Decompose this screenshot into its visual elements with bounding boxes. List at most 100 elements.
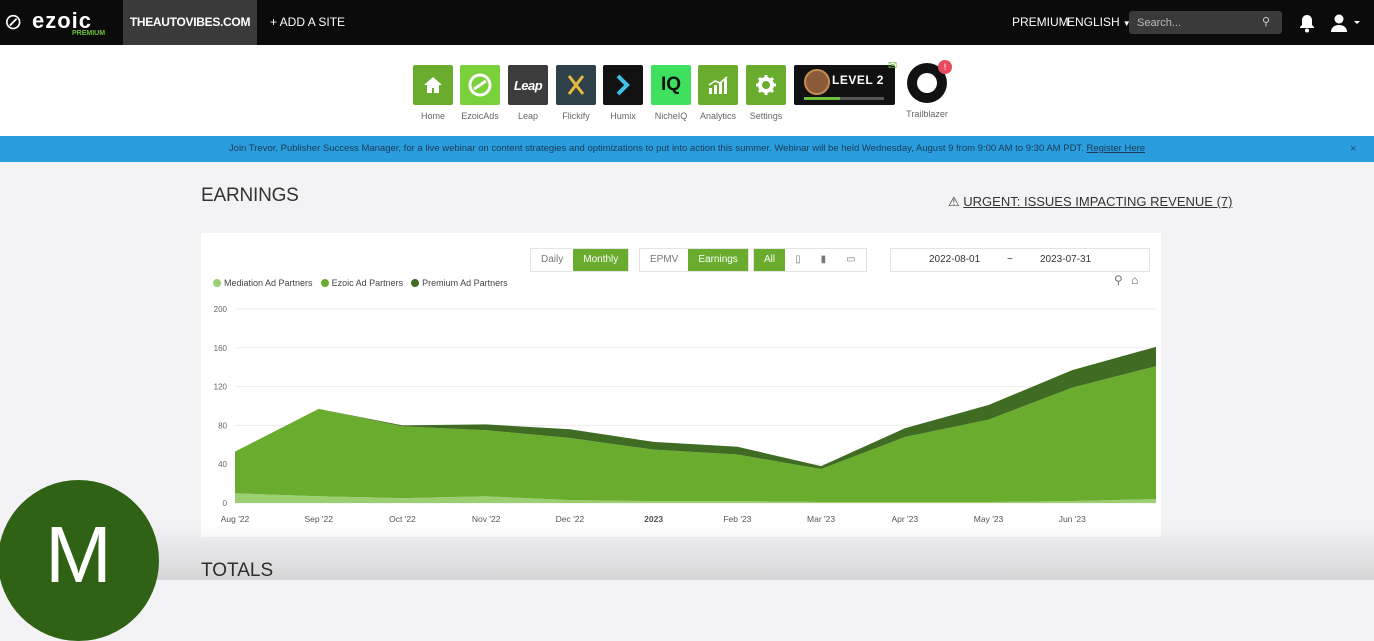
trailblazer-badge: ! bbox=[938, 60, 952, 74]
period-toggle: Daily Monthly bbox=[530, 248, 630, 272]
legend-swatch bbox=[213, 279, 221, 287]
legend-label: Mediation Ad Partners bbox=[224, 278, 313, 288]
x-tick-label: Aug '22 bbox=[221, 514, 250, 524]
premium-link[interactable]: PREMIUM bbox=[1012, 0, 1069, 45]
register-link[interactable]: Register Here bbox=[1086, 143, 1145, 154]
level-badge[interactable]: LEVEL 2 ✉ bbox=[794, 60, 897, 105]
top-nav: ⊘ ezoic PREMIUM THEAUTOVIBES.COM + ADD A… bbox=[0, 0, 1374, 45]
trailblazer[interactable]: ! Trailblazer bbox=[903, 60, 952, 119]
app-leap[interactable]: Leap Leap bbox=[508, 65, 548, 121]
zoom-icon[interactable]: ⚲ bbox=[1114, 273, 1123, 287]
app-nicheiq[interactable]: IQ NicheIQ bbox=[651, 65, 691, 121]
y-tick-label: 80 bbox=[218, 421, 227, 430]
x-tick-label: Apr '23 bbox=[891, 514, 918, 524]
level-text: LEVEL 2 bbox=[832, 73, 884, 87]
monthly-button[interactable]: Monthly bbox=[573, 249, 629, 271]
legend-item[interactable]: Mediation Ad Partners bbox=[213, 278, 313, 288]
reset-zoom-home-icon[interactable]: ⌂ bbox=[1131, 273, 1138, 287]
metric-toggle: EPMV Earnings bbox=[639, 248, 749, 272]
home-icon bbox=[413, 65, 453, 105]
level-progress-bar bbox=[804, 97, 884, 100]
earnings-button[interactable]: Earnings bbox=[688, 249, 748, 271]
ezoic-ads-icon bbox=[460, 65, 500, 105]
app-flickify[interactable]: Flickify bbox=[556, 65, 596, 121]
earnings-chart: 0 40 80 120 160 200 Aug '22 Sep '22 Oct '22 Nov '… bbox=[214, 305, 1156, 524]
chart-legend: Mediation Ad Partners Ezoic Ad Partners … bbox=[213, 278, 508, 288]
bell-icon[interactable] bbox=[1298, 13, 1316, 33]
y-tick-label: 200 bbox=[214, 305, 228, 314]
date-end: 2023-07-31 bbox=[1040, 254, 1092, 265]
date-start: 2022-08-01 bbox=[929, 254, 981, 265]
page-title: EARNINGS bbox=[201, 185, 299, 206]
banner-text: Join Trevor, Publisher Success Manager, … bbox=[228, 143, 1084, 154]
totals-title: TOTALS bbox=[201, 560, 274, 581]
app-settings[interactable]: Settings bbox=[746, 65, 786, 121]
trailblazer-icon: ! bbox=[907, 60, 952, 103]
user-menu[interactable] bbox=[1330, 13, 1360, 33]
legend-swatch bbox=[320, 279, 329, 287]
ezoic-logo-icon: ⊘ bbox=[4, 9, 23, 34]
app-analytics[interactable]: Analytics bbox=[698, 65, 738, 121]
app-humix[interactable]: Humix bbox=[603, 65, 643, 121]
leap-icon: Leap bbox=[508, 65, 548, 105]
legend-swatch bbox=[411, 279, 420, 287]
logo-sub: PREMIUM bbox=[72, 30, 106, 37]
language-dropdown[interactable]: ENGLISH ▼ bbox=[1067, 0, 1131, 45]
y-tick-label: 40 bbox=[218, 460, 227, 469]
urgent-issues-link[interactable]: ⚠ URGENT: ISSUES IMPACTING REVENUE (7) bbox=[948, 194, 1232, 210]
warning-icon: ⚠ bbox=[948, 194, 960, 209]
legend-label: Ezoic Ad Partners bbox=[331, 278, 404, 288]
x-tick-label: Oct '22 bbox=[389, 514, 416, 524]
search-box: ⚲ bbox=[1129, 11, 1282, 34]
legend-item[interactable]: Premium Ad Partners bbox=[411, 278, 508, 288]
analytics-icon bbox=[698, 65, 738, 105]
x-tick-label: 2023 bbox=[644, 514, 663, 524]
nicheiq-tile-text: IQ bbox=[660, 74, 682, 95]
flickify-icon bbox=[556, 65, 596, 105]
daily-button[interactable]: Daily bbox=[531, 249, 574, 271]
x-tick-label: Dec '22 bbox=[556, 514, 585, 524]
x-tick-label: Nov '22 bbox=[472, 514, 501, 524]
app-label: Settings bbox=[749, 111, 783, 121]
mail-icon[interactable]: ✉ bbox=[888, 59, 897, 72]
language-label: ENGLISH bbox=[1067, 15, 1120, 29]
level-avatar bbox=[804, 69, 830, 95]
presenter-avatar: M bbox=[0, 480, 159, 641]
x-tick-label: Mar '23 bbox=[807, 514, 835, 524]
desktop-icon[interactable]: ▭ bbox=[836, 249, 866, 271]
search-input[interactable] bbox=[1129, 11, 1262, 34]
add-site-link[interactable]: + ADD A SITE bbox=[270, 0, 345, 45]
y-tick-label: 120 bbox=[214, 383, 228, 392]
legend-label: Premium Ad Partners bbox=[422, 278, 508, 288]
x-tick-label: Sep '22 bbox=[304, 514, 333, 524]
date-separator: ~ bbox=[1007, 254, 1013, 265]
app-toolbar: Home EzoicAds Leap Leap Flickify Humix I… bbox=[0, 45, 1374, 136]
x-tick-label: Feb '23 bbox=[723, 514, 751, 524]
nicheiq-icon: IQ bbox=[651, 65, 691, 105]
y-tick-label: 0 bbox=[223, 499, 228, 508]
date-range-picker[interactable]: 2022-08-01 ~ 2023-07-31 bbox=[890, 248, 1150, 272]
app-home[interactable]: Home bbox=[413, 65, 453, 121]
ezoic-logo[interactable]: ⊘ ezoic PREMIUM bbox=[4, 6, 114, 40]
urgent-text: URGENT: ISSUES IMPACTING REVENUE (7) bbox=[963, 194, 1233, 209]
earnings-card: Daily Monthly EPMV Earnings All ▯ ▮ ▭ 20… bbox=[201, 233, 1161, 537]
search-icon[interactable]: ⚲ bbox=[1262, 15, 1270, 28]
app-ezoicads[interactable]: EzoicAds bbox=[460, 65, 500, 121]
leap-tile-text: Leap bbox=[513, 77, 543, 93]
legend-item[interactable]: Ezoic Ad Partners bbox=[320, 278, 404, 288]
trailblazer-label: Trailblazer bbox=[906, 109, 948, 119]
humix-icon bbox=[603, 65, 643, 105]
all-devices-button[interactable]: All bbox=[754, 249, 786, 271]
site-tab[interactable]: THEAUTOVIBES.COM bbox=[123, 0, 257, 45]
close-icon[interactable]: × bbox=[1350, 136, 1356, 162]
y-tick-label: 160 bbox=[214, 344, 228, 353]
mobile-icon[interactable]: ▯ bbox=[785, 249, 811, 271]
device-toggle: All ▯ ▮ ▭ bbox=[753, 248, 867, 272]
level-progress-fill bbox=[804, 97, 840, 100]
tablet-icon[interactable]: ▮ bbox=[810, 249, 837, 271]
x-tick-label: May '23 bbox=[974, 514, 1004, 524]
webinar-banner: Join Trevor, Publisher Success Manager, … bbox=[0, 136, 1374, 162]
x-tick-label: Jun '23 bbox=[1059, 514, 1086, 524]
epmv-button[interactable]: EPMV bbox=[640, 249, 689, 271]
gear-icon bbox=[746, 65, 786, 105]
